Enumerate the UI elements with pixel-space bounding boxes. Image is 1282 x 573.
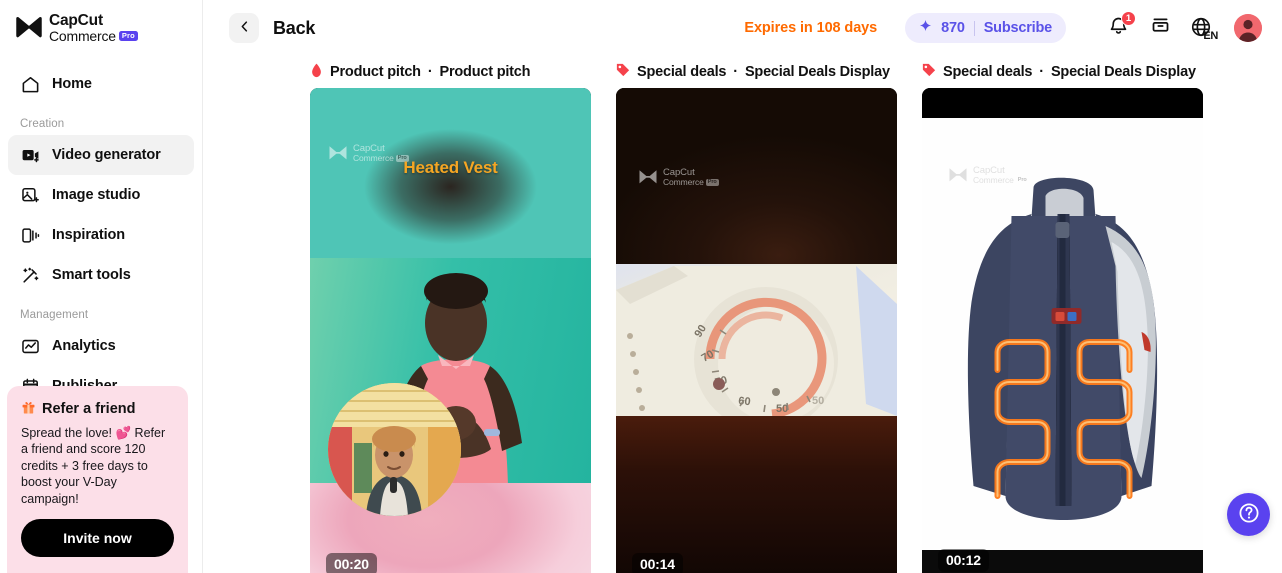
gift-icon (21, 400, 36, 419)
video-duration: 00:14 (632, 553, 683, 573)
thumbnail-band-top (922, 88, 1203, 118)
sidebar-section-management: Management (20, 309, 89, 321)
smart-tools-icon (20, 265, 40, 285)
avatar-icon (1234, 14, 1262, 42)
card-template-name: Product pitch (439, 64, 531, 80)
language-code: EN (1203, 30, 1218, 42)
sidebar-item-label: Video generator (52, 147, 161, 163)
archive-button[interactable] (1148, 16, 1172, 40)
heated-vest-product-image (967, 177, 1157, 520)
brand-logo[interactable]: CapCut Commerce Pro (0, 0, 202, 56)
thumbnail-avatar-overlay (328, 383, 461, 516)
analytics-icon (20, 336, 40, 356)
card-header: Product pitch · Product pitch (310, 56, 591, 88)
avatar[interactable] (1234, 14, 1262, 42)
card-category: Product pitch (330, 64, 421, 80)
app-root: CapCut Commerce Pro Home Creation Video … (0, 0, 1282, 573)
brand-name-line2: Commerce (49, 27, 116, 44)
expiry-status: Expires in 108 days (744, 20, 878, 36)
sidebar-item-smart-tools[interactable]: Smart tools (8, 255, 194, 295)
card-header: Special deals · Special Deals Display (616, 56, 897, 88)
main-content: Back Expires in 108 days 870 Subscribe 1… (203, 0, 1282, 573)
inspiration-icon (20, 225, 40, 245)
price-tag-icon (922, 63, 936, 81)
card-separator: · (733, 64, 738, 80)
video-duration: 00:12 (938, 549, 989, 572)
chevron-left-icon (237, 19, 252, 37)
video-thumbnail[interactable]: CapCut Commerce Pro Heated Vest 00:20 (310, 88, 591, 573)
language-switcher[interactable]: EN (1190, 16, 1218, 42)
sidebar-item-home[interactable]: Home (8, 64, 194, 104)
brand-name-line1: CapCut (49, 11, 103, 29)
sidebar-nav: Home Creation Video generator Image stud… (0, 56, 202, 406)
stack-icon (1150, 15, 1171, 41)
refer-card-body: Spread the love! 💕 Refer a friend and sc… (21, 425, 166, 506)
card-category: Special deals (943, 64, 1033, 80)
video-card-grid: Product pitch · Product pitch CapCut Com… (203, 56, 1282, 573)
topbar-icon-group: 1 EN (1106, 11, 1262, 42)
refer-a-friend-card: Refer a friend Spread the love! 💕 Refer … (7, 385, 188, 573)
flame-icon (310, 63, 323, 82)
price-tag-icon (616, 63, 630, 81)
video-thumbnail[interactable]: 90 70 70 60 50 50 50 (616, 88, 897, 573)
card-template-name: Special Deals Display (1050, 64, 1196, 80)
sidebar-item-label: Image studio (52, 187, 141, 203)
card-template-name: Special Deals Display (744, 64, 890, 80)
notifications-button[interactable]: 1 (1106, 11, 1136, 40)
sidebar-item-label: Inspiration (52, 227, 126, 243)
credits-value: 870 (941, 20, 965, 36)
sidebar-item-analytics[interactable]: Analytics (8, 326, 194, 366)
home-icon (20, 74, 40, 94)
card-separator: · (1039, 64, 1044, 80)
video-card[interactable]: Special deals · Special Deals Display (616, 56, 897, 573)
invite-now-button[interactable]: Invite now (21, 519, 174, 557)
image-studio-icon (20, 185, 40, 205)
video-duration: 00:20 (326, 553, 377, 573)
sidebar-section-creation: Creation (20, 118, 65, 130)
thumbnail-title-overlay: Heated Vest (403, 158, 498, 177)
video-card[interactable]: Product pitch · Product pitch CapCut Com… (310, 56, 591, 573)
refer-card-title: Refer a friend (42, 401, 136, 417)
capcut-logo-icon (16, 16, 42, 38)
thumbnail-band-bottom (616, 416, 897, 573)
question-mark-icon (1237, 501, 1261, 528)
sidebar-item-video-generator[interactable]: Video generator (8, 135, 194, 175)
video-card[interactable]: Special deals · Special Deals Display (922, 56, 1203, 573)
video-generator-icon (20, 145, 40, 165)
topbar: Back Expires in 108 days 870 Subscribe 1… (203, 0, 1282, 56)
refer-card-title-row: Refer a friend (21, 400, 174, 419)
back-button[interactable] (229, 13, 259, 43)
pro-badge: Pro (118, 30, 138, 41)
card-header: Special deals · Special Deals Display (922, 56, 1203, 88)
help-button[interactable] (1227, 493, 1270, 536)
svg-text:50: 50 (776, 403, 788, 415)
credits-pill[interactable]: 870 Subscribe (905, 13, 1066, 43)
sparkle-icon (919, 19, 932, 37)
sidebar-item-image-studio[interactable]: Image studio (8, 175, 194, 215)
svg-text:50: 50 (812, 395, 824, 407)
sidebar-item-label: Smart tools (52, 267, 131, 283)
sidebar-item-label: Analytics (52, 338, 116, 354)
subscribe-link[interactable]: Subscribe (984, 20, 1053, 36)
thermostat-dial-image: 90 70 70 60 50 50 50 (616, 266, 897, 431)
page-title: Back (273, 17, 316, 38)
card-category: Special deals (637, 64, 727, 80)
thumbnail-band-mid: 90 70 70 60 50 50 50 (616, 264, 897, 431)
card-separator: · (427, 64, 433, 80)
sidebar: CapCut Commerce Pro Home Creation Video … (0, 0, 203, 573)
pill-divider (973, 20, 975, 36)
sidebar-item-inspiration[interactable]: Inspiration (8, 215, 194, 255)
video-thumbnail[interactable]: CapCut Commerce Pro 00:12 (922, 88, 1203, 573)
svg-text:60: 60 (738, 395, 751, 408)
sidebar-item-label: Home (52, 76, 92, 92)
thumbnail-band-top (616, 88, 897, 264)
notification-badge: 1 (1121, 11, 1136, 26)
